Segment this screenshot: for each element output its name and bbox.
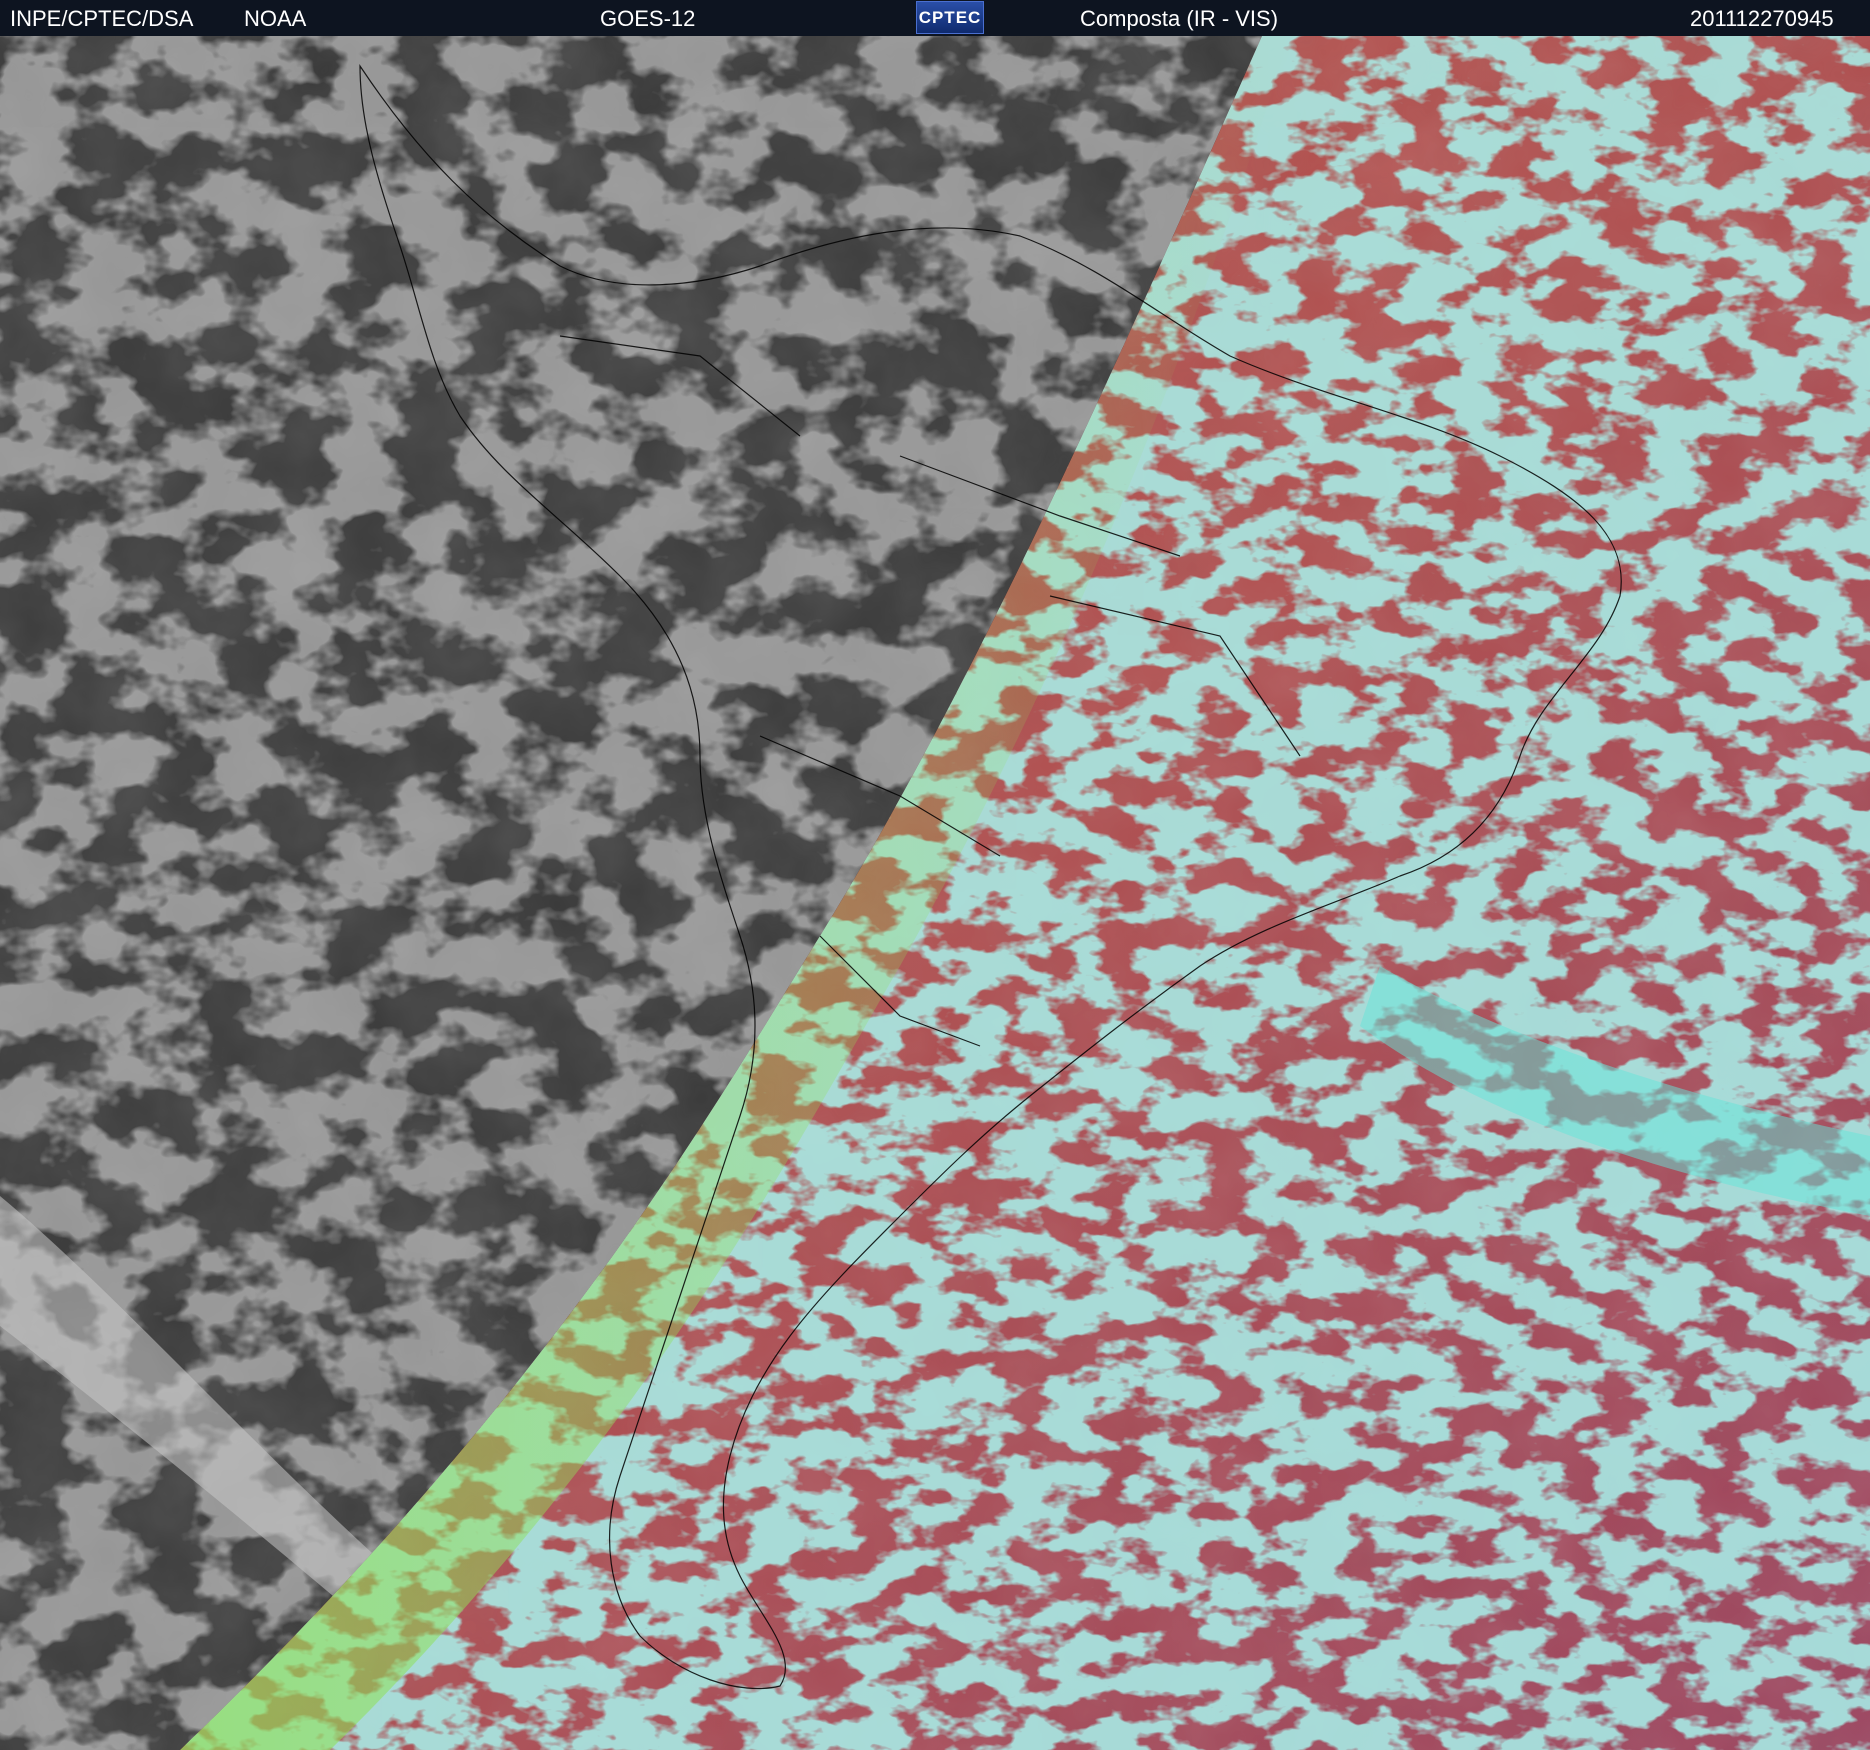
provider-label: NOAA — [244, 6, 307, 31]
cptec-logo: CPTEC — [916, 1, 984, 34]
timestamp-label: 201112270945 — [1690, 6, 1834, 31]
image-header: INPE/CPTEC/DSA NOAA GOES-12 CPTEC Compos… — [0, 0, 1870, 37]
product-label: Composta (IR - VIS) — [1080, 6, 1279, 31]
logo-text: CPTEC — [918, 8, 982, 27]
satellite-composite-image — [0, 36, 1870, 1750]
satellite-label: GOES-12 — [600, 6, 696, 31]
agency-label: INPE/CPTEC/DSA — [10, 6, 194, 31]
